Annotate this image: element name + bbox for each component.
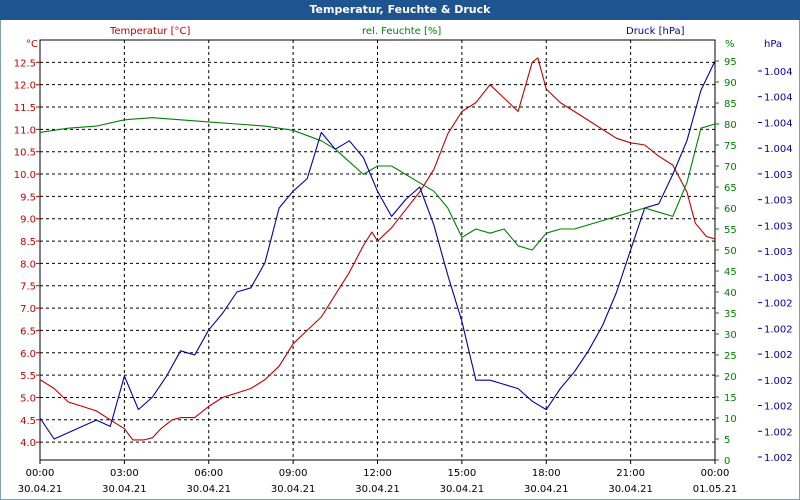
pressure-unit-label: hPa bbox=[764, 39, 782, 50]
pressure-tick-labels: 1.002 1.002 1.002 1.002 1.002 1.002 1.002 1.003… bbox=[758, 67, 793, 464]
humidity-tick-labels: 0 5 10 15 20 25 30 35 40 45 50 55 60 65 70 75 80 85 90 95 bbox=[715, 57, 737, 467]
humidity-tick-label: 35 bbox=[724, 309, 737, 320]
temperature-tick-label: 10.0 bbox=[14, 170, 36, 181]
pressure-tick-label: 1.002 bbox=[764, 402, 793, 413]
x-tick-date-label: 01.05.21 bbox=[693, 484, 738, 495]
pressure-tick-label: 1.003 bbox=[764, 273, 793, 284]
x-tick-labels: 00:00 30.04.21 03:00 30.04.21 06:00 30.04.21 0… bbox=[18, 460, 738, 495]
temperature-tick-label: 6.5 bbox=[20, 326, 36, 337]
x-tick-date-label: 30.04.21 bbox=[186, 484, 231, 495]
temperature-unit-label: °C bbox=[26, 39, 38, 50]
pressure-tick-label: 1.003 bbox=[764, 196, 793, 207]
pressure-tick-label: 1.003 bbox=[764, 247, 793, 258]
pressure-tick-label: 1.002 bbox=[764, 350, 793, 361]
x-tick-time-label: 09:00 bbox=[279, 468, 308, 479]
temperature-tick-label: 4.0 bbox=[20, 438, 36, 449]
x-tick-date-label: 30.04.21 bbox=[102, 484, 147, 495]
x-tick-date-label: 30.04.21 bbox=[440, 484, 485, 495]
pressure-tick-label: 1.004 bbox=[764, 67, 793, 78]
temperature-tick-label: 12.0 bbox=[14, 81, 36, 92]
humidity-tick-label: 75 bbox=[724, 141, 737, 152]
humidity-tick-label: 95 bbox=[724, 57, 737, 68]
x-tick-date-label: 30.04.21 bbox=[18, 484, 63, 495]
humidity-tick-label: 5 bbox=[724, 435, 730, 446]
humidity-tick-label: 15 bbox=[724, 393, 737, 404]
x-tick-time-label: 00:00 bbox=[701, 468, 730, 479]
humidity-tick-label: 30 bbox=[724, 330, 737, 341]
x-tick-time-label: 18:00 bbox=[532, 468, 561, 479]
temperature-tick-label: 9.5 bbox=[20, 192, 36, 203]
temperature-tick-label: 5.5 bbox=[20, 371, 36, 382]
humidity-tick-label: 25 bbox=[724, 351, 737, 362]
pressure-tick-label: 1.004 bbox=[764, 118, 793, 129]
humidity-tick-label: 65 bbox=[724, 183, 737, 194]
pressure-series-label: Druck [hPa] bbox=[626, 26, 685, 37]
temperature-tick-labels: 4.0 4.5 5.0 5.5 6.0 6.5 7.0 7.5 8.0 8.5 9.0 9.5 10.0… bbox=[14, 58, 40, 449]
x-tick-date-label: 30.04.21 bbox=[355, 484, 400, 495]
x-tick-time-label: 00:00 bbox=[26, 468, 55, 479]
humidity-tick-label: 55 bbox=[724, 225, 737, 236]
temperature-tick-label: 7.0 bbox=[20, 304, 36, 315]
x-tick-date-label: 30.04.21 bbox=[608, 484, 653, 495]
x-tick-date-label: 30.04.21 bbox=[271, 484, 316, 495]
temperature-series-label: Temperatur [°C] bbox=[109, 26, 190, 37]
humidity-tick-label: 10 bbox=[724, 414, 737, 425]
humidity-unit-label: % bbox=[725, 39, 735, 50]
temperature-tick-label: 10.5 bbox=[14, 148, 36, 159]
pressure-tick-label: 1.002 bbox=[764, 427, 793, 438]
pressure-tick-label: 1.002 bbox=[764, 453, 793, 464]
pressure-tick-label: 1.002 bbox=[764, 324, 793, 335]
x-tick-time-label: 12:00 bbox=[363, 468, 392, 479]
temperature-tick-label: 4.5 bbox=[20, 416, 36, 427]
humidity-tick-label: 50 bbox=[724, 246, 737, 257]
temperature-tick-label: 7.5 bbox=[20, 282, 36, 293]
grid-lines bbox=[40, 40, 715, 460]
pressure-tick-label: 1.003 bbox=[764, 221, 793, 232]
humidity-tick-label: 70 bbox=[724, 162, 737, 173]
humidity-tick-label: 0 bbox=[724, 456, 730, 467]
pressure-tick-label: 1.002 bbox=[764, 299, 793, 310]
x-tick-time-label: 06:00 bbox=[194, 468, 223, 479]
humidity-tick-label: 60 bbox=[724, 204, 737, 215]
temperature-tick-label: 11.0 bbox=[14, 125, 36, 136]
humidity-tick-label: 85 bbox=[724, 99, 737, 110]
temperature-tick-label: 9.0 bbox=[20, 215, 36, 226]
humidity-tick-label: 90 bbox=[724, 78, 737, 89]
pressure-tick-label: 1.002 bbox=[764, 376, 793, 387]
x-tick-time-label: 03:00 bbox=[110, 468, 139, 479]
humidity-tick-label: 80 bbox=[724, 120, 737, 131]
temperature-tick-label: 8.0 bbox=[20, 259, 36, 270]
temperature-tick-label: 6.0 bbox=[20, 349, 36, 360]
temperature-tick-label: 5.0 bbox=[20, 393, 36, 404]
x-tick-time-label: 15:00 bbox=[447, 468, 476, 479]
humidity-tick-label: 45 bbox=[724, 267, 737, 278]
chart-area: 4.0 4.5 5.0 5.5 6.0 6.5 7.0 7.5 8.0 8.5 9.0 9.5 10.0… bbox=[14, 26, 793, 495]
temperature-tick-label: 11.5 bbox=[14, 103, 36, 114]
humidity-series-label: rel. Feuchte [%] bbox=[362, 26, 441, 37]
pressure-tick-label: 1.004 bbox=[764, 93, 793, 104]
pressure-tick-label: 1.004 bbox=[764, 144, 793, 155]
humidity-tick-label: 40 bbox=[724, 288, 737, 299]
pressure-tick-label: 1.003 bbox=[764, 170, 793, 181]
temperature-tick-label: 12.5 bbox=[14, 58, 36, 69]
x-tick-time-label: 21:00 bbox=[616, 468, 645, 479]
temperature-tick-label: 8.5 bbox=[20, 237, 36, 248]
humidity-tick-label: 20 bbox=[724, 372, 737, 383]
x-tick-date-label: 30.04.21 bbox=[524, 484, 569, 495]
